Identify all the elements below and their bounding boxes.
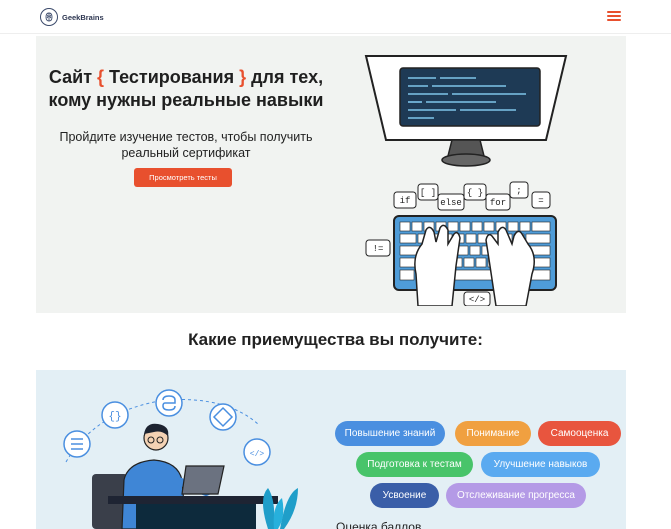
- pill-progress-tracking[interactable]: Отслеживание прогресса: [446, 483, 586, 508]
- keyword-equals: =: [538, 196, 543, 206]
- partial-bottom-text: Оценка баллов: [336, 520, 422, 529]
- pill-self-assessment[interactable]: Самооценка: [538, 421, 621, 446]
- keyword-if: if: [400, 196, 411, 206]
- benefits-section: {} </> Повышение знаний Понимание Самооц…: [36, 370, 626, 529]
- pill-learning[interactable]: Усвоение: [370, 483, 439, 508]
- benefits-title: Какие приемущества вы получите:: [188, 330, 483, 349]
- hamburger-menu-icon[interactable]: [607, 9, 621, 23]
- hero-section: Сайт { Тестирования } для тех, кому нужн…: [36, 36, 626, 313]
- pill-understanding[interactable]: Понимание: [455, 421, 531, 446]
- pill-test-preparation[interactable]: Подготовка к тестам: [356, 452, 473, 477]
- top-navigation-bar: GeekBrains: [0, 0, 671, 34]
- coding-illustration: if [ ] else { } for ; = != </>: [364, 55, 568, 306]
- hero-subtitle: Пройдите изучение тестов, чтобы получить…: [59, 130, 313, 160]
- keyword-else: else: [440, 198, 462, 208]
- logo-text: GeekBrains: [62, 12, 104, 22]
- pill-skill-improvement[interactable]: Улучшение навыков: [481, 452, 600, 477]
- keyword-brackets: [ ]: [420, 188, 436, 198]
- brain-icon: [40, 8, 58, 26]
- svg-text:{}: {}: [108, 411, 121, 423]
- laptop-icon: [181, 465, 225, 495]
- keyword-for: for: [490, 198, 506, 208]
- keyword-semicolon: ;: [516, 186, 521, 196]
- logo[interactable]: GeekBrains: [40, 8, 104, 26]
- keyword-tag: </>: [469, 295, 485, 305]
- developer-illustration: {} </>: [63, 389, 298, 529]
- svg-text:</>: </>: [250, 450, 265, 459]
- hero-title: Сайт { Тестирования } для тех, кому нужн…: [48, 67, 324, 110]
- view-tests-button[interactable]: Просмотреть тесты: [134, 168, 232, 187]
- keyword-braces: { }: [467, 188, 483, 198]
- pill-knowledge[interactable]: Повышение знаний: [335, 421, 445, 446]
- keyword-not-equals: !=: [373, 244, 384, 254]
